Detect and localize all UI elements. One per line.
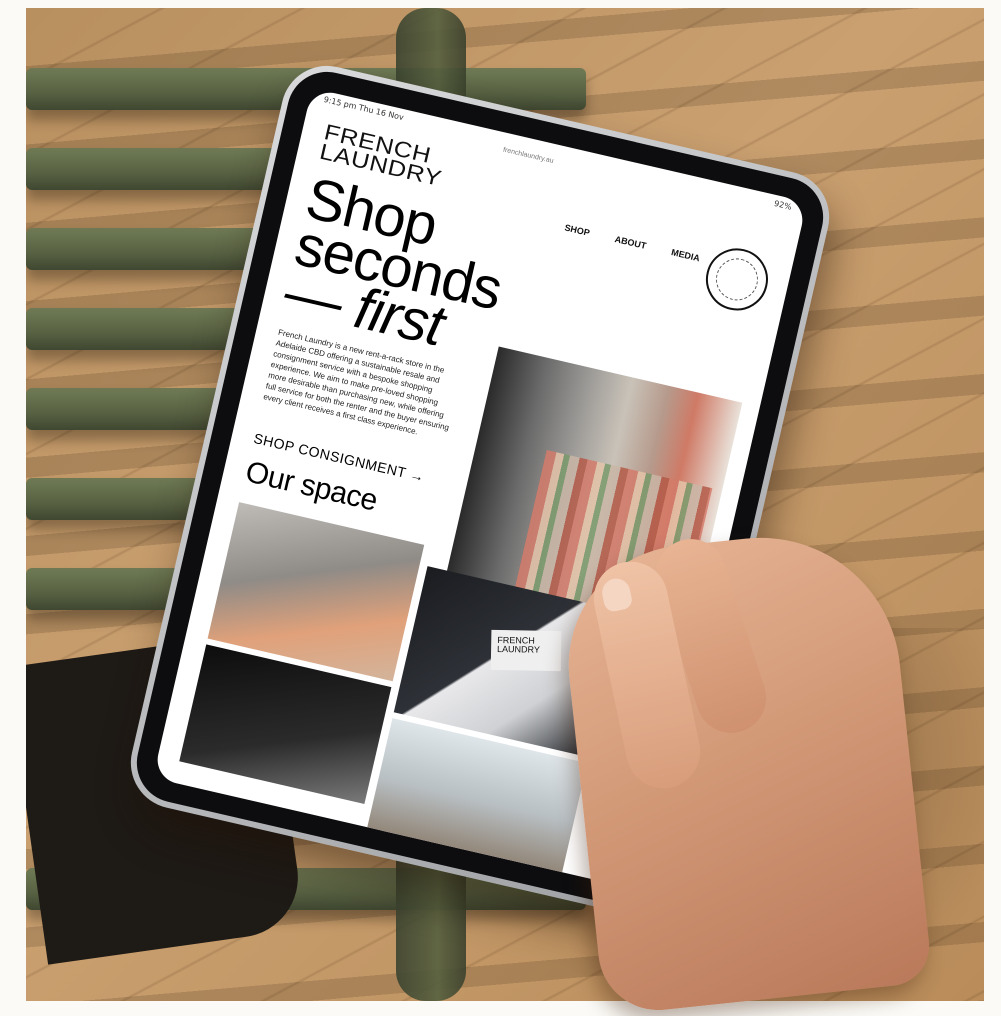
store-sign: FRENCH LAUNDRY xyxy=(490,629,562,672)
nav-about[interactable]: ABOUT xyxy=(614,234,647,251)
main-nav: SHOP ABOUT MEDIA xyxy=(564,222,701,263)
status-time: 9:15 pm Thu 16 Nov xyxy=(322,94,405,123)
nav-shop[interactable]: SHOP xyxy=(564,222,591,237)
status-battery: 92% xyxy=(773,198,793,212)
circular-badge[interactable] xyxy=(699,242,775,317)
thumbnail-nail xyxy=(599,575,634,614)
sign-line: LAUNDRY xyxy=(497,643,541,655)
hero-heading: Shop seconds — first xyxy=(279,166,516,361)
nav-media[interactable]: MEDIA xyxy=(670,247,701,263)
badge-ring xyxy=(711,254,763,305)
